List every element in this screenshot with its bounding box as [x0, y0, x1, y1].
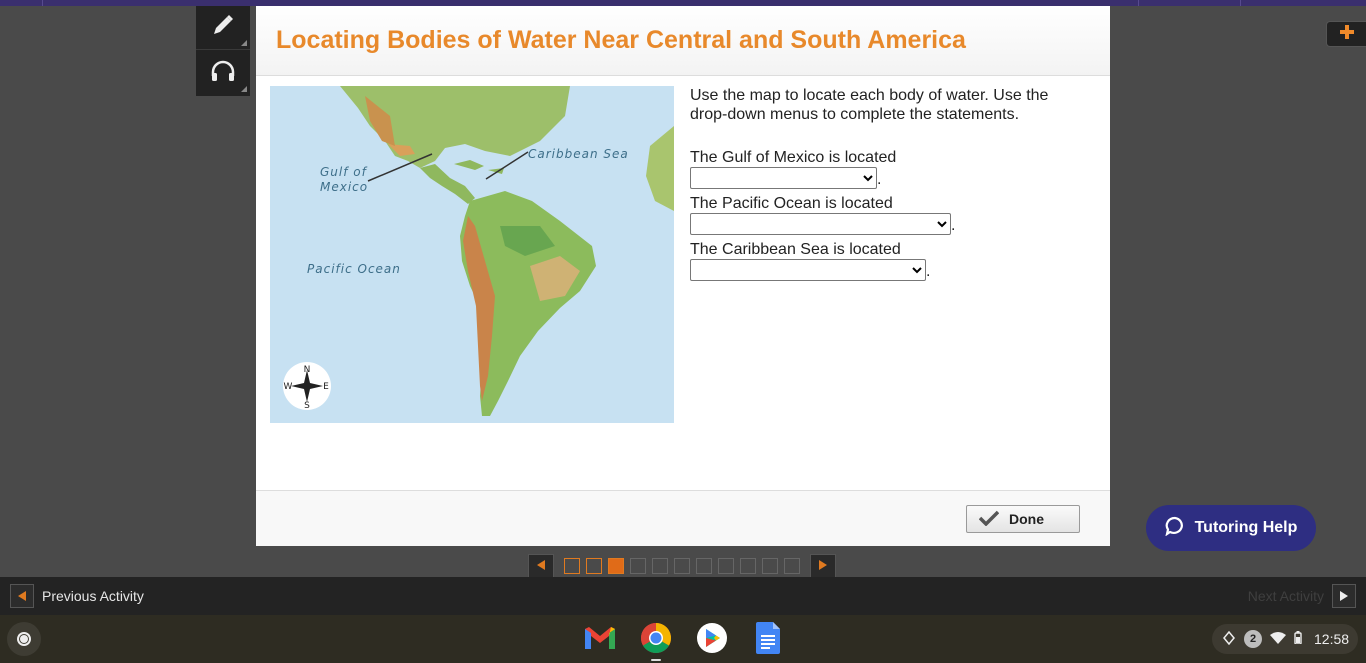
battery-icon [1294, 631, 1302, 647]
caret-right-icon [1332, 584, 1356, 608]
launcher-button[interactable] [7, 622, 41, 656]
pager-page-1[interactable] [564, 558, 580, 574]
pager-page-7[interactable] [696, 558, 712, 574]
instructions-text: Use the map to locate each body of water… [690, 87, 1049, 123]
pager-page-3[interactable] [608, 558, 624, 574]
pager-next-button[interactable] [810, 554, 836, 578]
tutoring-help-label: Tutoring Help [1194, 519, 1298, 536]
statement-label: The Caribbean Sea is located [690, 241, 901, 258]
play-store-app[interactable] [695, 622, 729, 659]
headphones-icon [210, 60, 236, 87]
pager-prev-button[interactable] [528, 554, 554, 578]
statement-period: . [926, 263, 931, 280]
pager-page-11[interactable] [784, 558, 800, 574]
pencil-icon [211, 13, 235, 42]
compass-s: S [304, 401, 310, 411]
docs-app[interactable] [751, 621, 785, 659]
chat-bubble-icon [1164, 516, 1185, 541]
notification-count-badge: 2 [1244, 630, 1262, 648]
caret-left-icon [10, 584, 34, 608]
map-image: Gulf of Mexico Caribbean Sea Pacific Oce… [270, 86, 674, 423]
pager-page-8[interactable] [718, 558, 734, 574]
done-label: Done [1009, 511, 1044, 527]
gmail-icon [583, 625, 617, 656]
pager-page-10[interactable] [762, 558, 778, 574]
page-title: Locating Bodies of Water Near Central an… [276, 26, 966, 54]
next-activity-button[interactable]: Next Activity [1248, 584, 1356, 608]
clock: 12:58 [1314, 631, 1350, 647]
tutoring-help-button[interactable]: Tutoring Help [1146, 505, 1316, 551]
launcher-icon [17, 632, 31, 646]
statement-period: . [877, 171, 882, 188]
wifi-icon [1270, 631, 1286, 647]
expand-button[interactable] [1326, 21, 1366, 47]
previous-activity-label: Previous Activity [42, 588, 144, 604]
docs-icon [756, 621, 780, 659]
pencil-tool-button[interactable] [196, 6, 250, 50]
checkmark-icon [978, 510, 1000, 529]
audio-tool-button[interactable] [196, 51, 250, 95]
compass-w: W [284, 382, 293, 392]
pager-page-5[interactable] [652, 558, 668, 574]
previous-activity-button[interactable]: Previous Activity [10, 584, 144, 608]
chrome-app[interactable] [639, 622, 673, 659]
statement-pacific-ocean: The Pacific Ocean is located . [690, 194, 1090, 235]
pacific-ocean-dropdown[interactable] [690, 213, 951, 235]
pacific-ocean-map-label: Pacific Ocean [307, 262, 401, 276]
pager-page-2[interactable] [586, 558, 602, 574]
statement-period: . [951, 217, 956, 234]
play-store-icon [696, 622, 728, 659]
caribbean-sea-dropdown[interactable] [690, 259, 926, 281]
gulf-of-mexico-dropdown[interactable] [690, 167, 877, 189]
plus-icon [1339, 24, 1354, 44]
pager-squares [554, 558, 810, 574]
gmail-app[interactable] [583, 623, 617, 657]
statement-label: The Gulf of Mexico is located [690, 149, 897, 166]
activity-card: Locating Bodies of Water Near Central an… [256, 6, 1110, 546]
tool-panel [196, 6, 250, 96]
card-header: Locating Bodies of Water Near Central an… [256, 6, 1110, 76]
statement-caribbean-sea: The Caribbean Sea is located . [690, 240, 1090, 281]
gulf-of-mexico-map-label: Gulf of [320, 165, 368, 179]
pager-page-4[interactable] [630, 558, 646, 574]
system-tray[interactable]: 2 12:58 [1212, 624, 1358, 654]
running-indicator [651, 659, 661, 661]
page-navigator [528, 554, 836, 578]
done-button[interactable]: Done [966, 505, 1080, 533]
caret-right-icon [819, 557, 827, 575]
os-shelf: 2 12:58 [0, 615, 1366, 663]
statement-label: The Pacific Ocean is located [690, 195, 893, 212]
pager-page-6[interactable] [674, 558, 690, 574]
next-activity-label: Next Activity [1247, 588, 1324, 604]
caribbean-sea-map-label: Caribbean Sea [528, 147, 629, 161]
location-icon [1222, 630, 1236, 648]
gulf-of-mexico-map-label-2: Mexico [320, 180, 368, 194]
statement-gulf-of-mexico: The Gulf of Mexico is located . [690, 148, 1090, 189]
caret-left-icon [537, 557, 545, 575]
card-footer: Done [256, 490, 1110, 546]
activity-nav-bar: Previous Activity Next Activity [0, 577, 1366, 615]
pager-page-9[interactable] [740, 558, 756, 574]
chrome-icon [640, 622, 672, 659]
compass-e: E [323, 382, 329, 392]
compass-n: N [304, 365, 311, 375]
